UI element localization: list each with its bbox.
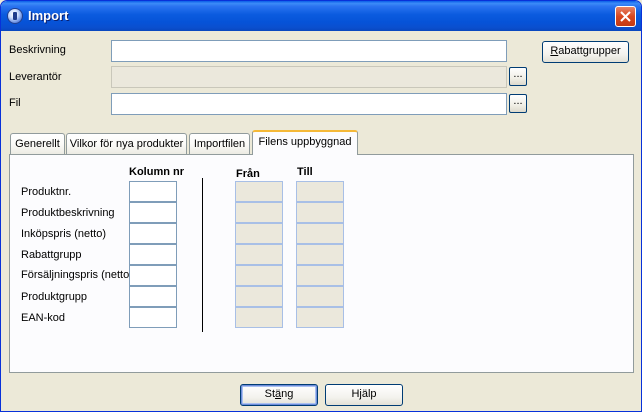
- fil-browse-button[interactable]: ...: [509, 94, 527, 113]
- app-icon: [7, 8, 23, 24]
- leverantor-browse-button[interactable]: ...: [509, 67, 527, 86]
- fil-input[interactable]: [111, 93, 507, 115]
- tab-filens-uppbyggnad[interactable]: Filens uppbyggnad: [252, 130, 358, 155]
- tab-importfilen[interactable]: Importfilen: [189, 133, 250, 154]
- tab-vilkor[interactable]: Vilkor för nya produkter: [66, 133, 187, 154]
- leverantor-input[interactable]: [111, 66, 507, 88]
- leverantor-label: Leverantör: [9, 71, 62, 83]
- close-button[interactable]: [615, 6, 636, 27]
- hjalp-label-post: älp: [361, 388, 377, 400]
- fil-label: Fil: [9, 97, 21, 109]
- rabattgrupper-label: abattgrupper: [558, 45, 621, 57]
- rabattgrupper-button[interactable]: Rabattgrupper: [542, 41, 629, 63]
- import-window: Import Beskrivning Leverantör ... Fil ..…: [0, 0, 642, 412]
- stang-label-pre: St: [264, 388, 276, 400]
- beskrivning-input[interactable]: [111, 40, 507, 62]
- stang-label-post: ng: [281, 388, 294, 400]
- window-title: Import: [28, 8, 69, 23]
- tab-panel: [9, 154, 634, 373]
- close-icon: [620, 11, 631, 22]
- title-bar[interactable]: Import: [1, 1, 641, 31]
- stang-button[interactable]: Stäng: [240, 384, 318, 406]
- tab-generellt[interactable]: Generellt: [10, 133, 65, 154]
- hjalp-button[interactable]: Hjälp: [325, 384, 403, 406]
- beskrivning-label: Beskrivning: [9, 44, 66, 56]
